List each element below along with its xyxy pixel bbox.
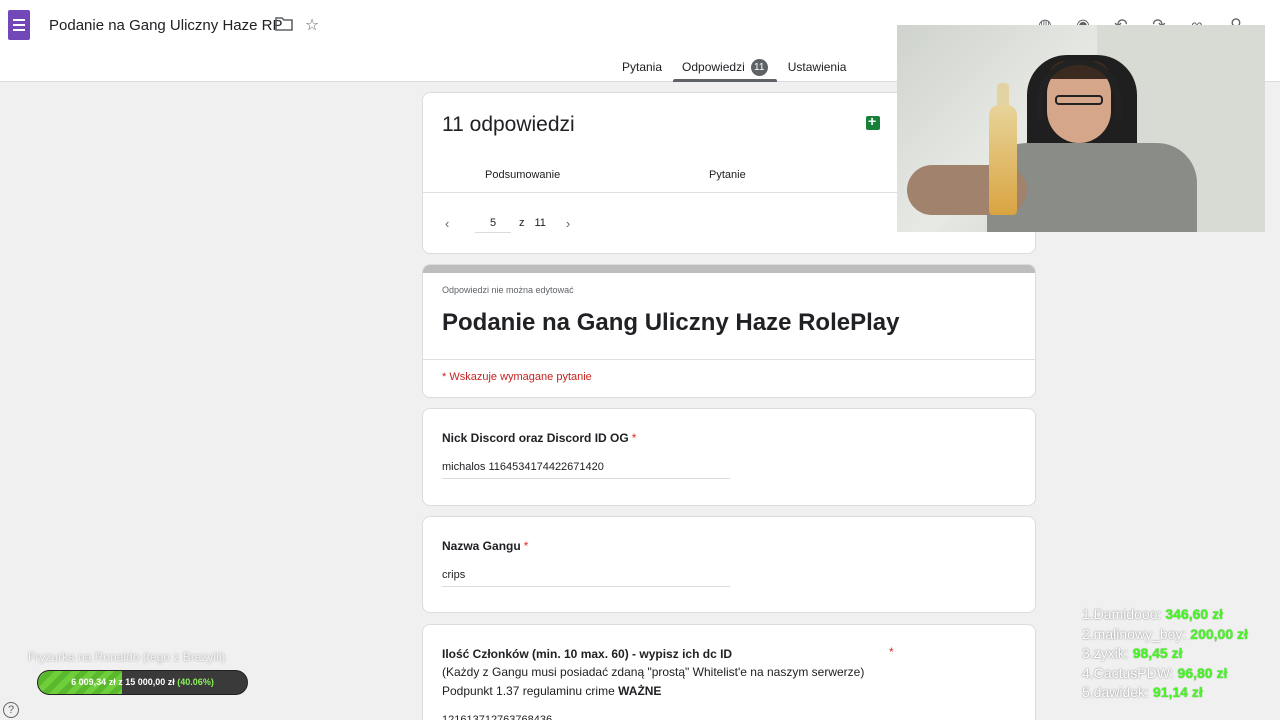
subtab-question[interactable]: Pytanie xyxy=(709,169,746,181)
webcam-overlay xyxy=(897,25,1265,232)
question-label: Nazwa Gangu * xyxy=(442,539,529,553)
goal-text: 6 009,34 zł z 15 000,00 zł (40.06%) xyxy=(71,677,214,687)
answer-text: crips xyxy=(442,569,730,587)
sheets-icon[interactable] xyxy=(866,113,880,130)
list-item: 1.Damidooo: 346,60 zł xyxy=(1082,606,1223,622)
main-tabs: Pytania Odpowiedzi 11 Ustawienia xyxy=(612,52,856,82)
answer-text: 121613712763768436 xyxy=(442,714,730,720)
question-description: Podpunkt 1.37 regulaminu crime WAŻNE xyxy=(442,684,662,698)
question-description: (Każdy z Gangu musi posiadać zdaną "pros… xyxy=(442,665,865,679)
tab-responses[interactable]: Odpowiedzi 11 xyxy=(672,52,778,82)
required-note: * Wskazuje wymagane pytanie xyxy=(442,371,592,383)
header-band xyxy=(423,265,1035,273)
tab-settings[interactable]: Ustawienia xyxy=(778,52,857,82)
goal-title: Fryzurka na Ronaldo (tego z Brazylii) xyxy=(28,650,226,664)
document-title[interactable]: Podanie na Gang Uliczny Haze RP xyxy=(49,17,282,34)
divider xyxy=(423,359,1035,360)
list-item: 4.CactusPDW: 96,80 zł xyxy=(1082,664,1228,681)
not-editable-note: Odpowiedzi nie można edytować xyxy=(442,285,574,295)
required-star: * xyxy=(631,431,637,445)
response-pager: ‹ z 11 › xyxy=(445,213,580,233)
page-number-input[interactable] xyxy=(475,213,511,233)
pager-total: 11 xyxy=(534,217,546,229)
question-card: Nazwa Gangu * crips xyxy=(422,516,1036,613)
top-donors-list: 1.Damidooo: 346,60 zł 2.malinowy_boy: 200,… xyxy=(1082,605,1280,703)
form-header-card: Odpowiedzi nie można edytować Podanie na… xyxy=(422,264,1036,398)
list-item: 5.dawidek: 91,14 zł xyxy=(1082,684,1203,700)
responses-count-badge: 11 xyxy=(750,58,768,76)
subtab-summary[interactable]: Podsumowanie xyxy=(485,169,560,181)
list-item: 3.zyxik: 98,45 zł xyxy=(1082,645,1183,661)
required-star: * xyxy=(523,539,529,553)
help-icon[interactable]: ? xyxy=(3,702,19,718)
question-card: Ilość Członków (min. 10 max. 60) - wypis… xyxy=(422,624,1036,720)
forms-app-icon[interactable] xyxy=(8,10,30,40)
tab-questions[interactable]: Pytania xyxy=(612,52,672,82)
star-icon[interactable]: ☆ xyxy=(302,16,322,36)
chevron-left-icon[interactable]: ‹ xyxy=(445,216,459,231)
folder-icon[interactable] xyxy=(274,16,294,36)
question-card: Nick Discord oraz Discord ID OG * michalo… xyxy=(422,408,1036,506)
answer-text: michalos 1164534174422671420 xyxy=(442,461,730,479)
question-label: Nick Discord oraz Discord ID OG * xyxy=(442,431,637,445)
pager-of: z xyxy=(519,217,525,229)
responses-count: 11 odpowiedzi xyxy=(442,113,575,136)
required-star: * xyxy=(889,645,894,659)
question-label: Ilość Członków (min. 10 max. 60) - wypis… xyxy=(442,647,733,661)
form-title: Podanie na Gang Uliczny Haze RolePlay xyxy=(442,309,900,336)
list-item: 2.malinowy_boy: 200,00 zł xyxy=(1082,625,1248,642)
chevron-right-icon[interactable]: › xyxy=(566,216,580,231)
donation-goal-bar: 6 009,34 zł z 15 000,00 zł (40.06%) xyxy=(37,670,248,695)
